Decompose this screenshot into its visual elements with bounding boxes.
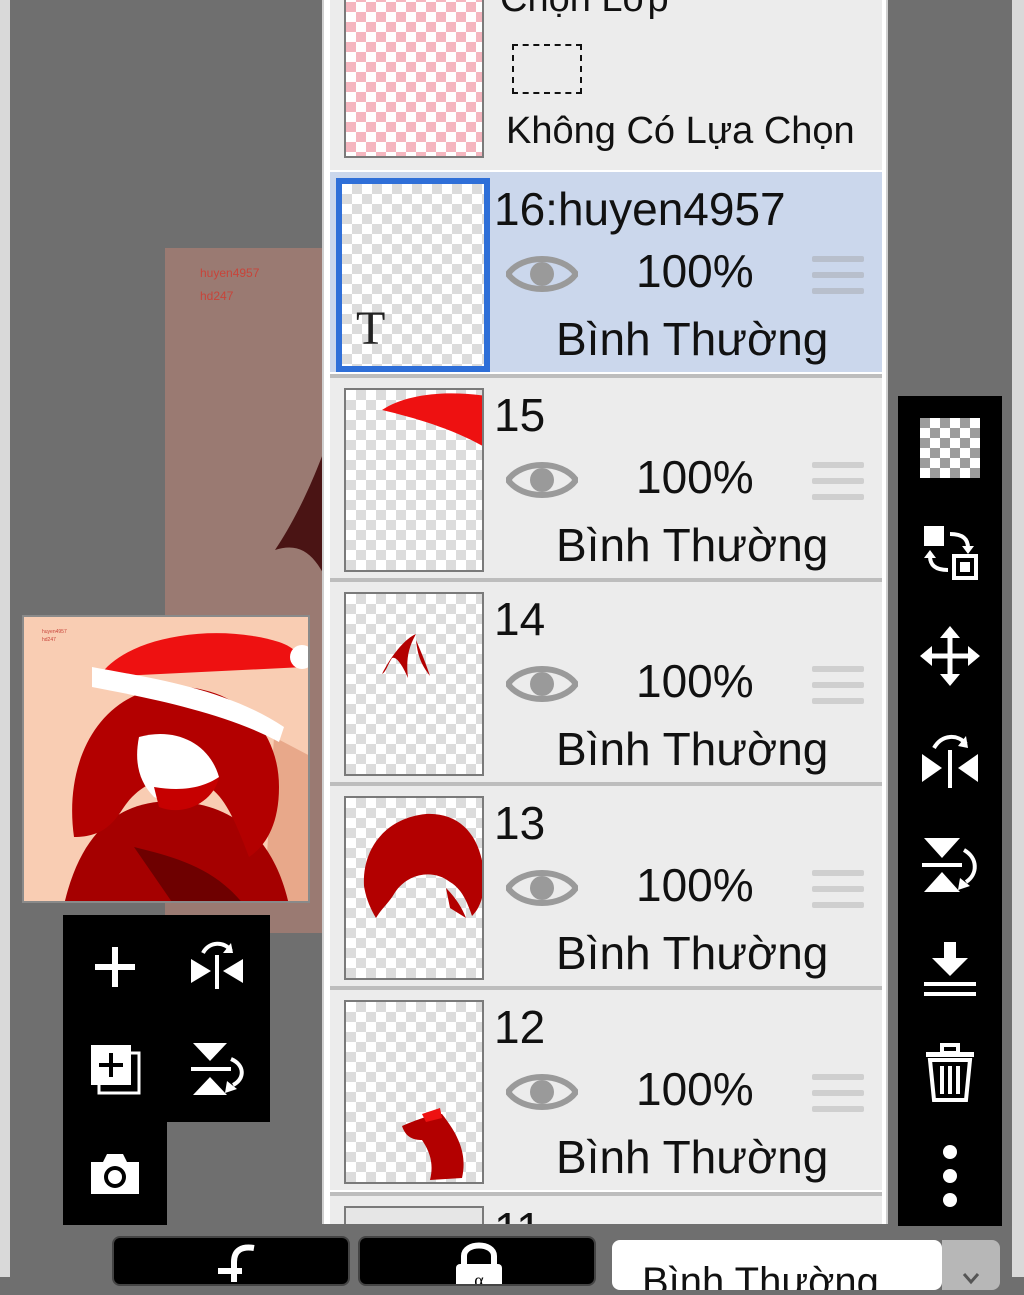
layer-thumbnail <box>344 592 484 776</box>
layer-name: 15 <box>494 389 546 441</box>
flip-vertical-icon <box>922 838 977 892</box>
drag-handle-icon[interactable] <box>812 666 864 714</box>
layer-thumbnail: T <box>336 178 490 372</box>
merge-down-icon <box>924 942 976 996</box>
drag-handle-icon[interactable] <box>812 870 864 918</box>
frame-left <box>0 0 10 1277</box>
layer-row-14[interactable]: 14 100% Bình Thường <box>330 582 882 782</box>
clipping-button[interactable] <box>112 1236 350 1286</box>
visibility-eye-icon[interactable] <box>506 250 578 298</box>
layer-row-11[interactable]: 11 <box>330 1196 882 1224</box>
flip-vertical-button[interactable] <box>177 1029 257 1109</box>
blend-mode-select[interactable]: Bình Thường <box>612 1240 942 1290</box>
layer-row-13[interactable]: 13 100% Bình Thường <box>330 786 882 986</box>
move-arrows-icon <box>920 626 980 686</box>
layer-blend-mode: Bình Thường <box>556 313 829 365</box>
trash-icon <box>926 1043 974 1102</box>
layer-name: 12 <box>494 1001 546 1053</box>
layer-row-15[interactable]: 15 100% Bình Thường <box>330 378 882 578</box>
layer-name: 13 <box>494 797 546 849</box>
camera-tool-panel <box>63 1122 167 1225</box>
layer-blend-mode: Bình Thường <box>556 723 829 775</box>
camera-icon <box>91 1154 139 1194</box>
visibility-eye-icon[interactable] <box>506 1068 578 1116</box>
visibility-eye-icon[interactable] <box>506 864 578 912</box>
drag-handle-icon[interactable] <box>812 462 864 510</box>
canvas-preview[interactable]: huyen4957 hd247 <box>22 615 310 903</box>
svg-text:α: α <box>474 1270 484 1286</box>
plus-icon <box>95 947 135 987</box>
flip-horizontal-icon <box>922 735 978 788</box>
blend-mode-value: Bình Thường <box>642 1260 879 1290</box>
flip-layer-horizontal-button[interactable] <box>910 720 990 800</box>
layer-thumbnail <box>344 1206 484 1224</box>
layer-opacity[interactable]: 100% <box>636 450 754 504</box>
lock-icon: α <box>456 1242 502 1286</box>
layer-row-16[interactable]: T 16:huyen4957 100% Bình Thường <box>330 172 882 372</box>
visibility-eye-icon[interactable] <box>506 660 578 708</box>
flip-horizontal-icon <box>191 941 243 989</box>
layer-name: 16:huyen4957 <box>494 183 786 235</box>
drag-handle-icon[interactable] <box>812 1074 864 1122</box>
canvas-watermark-2: hd247 <box>200 289 234 303</box>
layer-thumbnail <box>344 796 484 980</box>
delete-layer-button[interactable] <box>910 1032 990 1112</box>
layer-blend-mode: Bình Thường <box>556 519 829 571</box>
svg-text:hd247: hd247 <box>42 637 56 643</box>
add-folder-button[interactable] <box>75 1029 155 1109</box>
more-options-button[interactable] <box>910 1136 990 1216</box>
selection-layer-row[interactable]: Chọn Lớp Không Có Lựa Chọn <box>330 0 882 170</box>
drag-handle-icon[interactable] <box>812 256 864 304</box>
layer-name: 14 <box>494 593 546 645</box>
selection-layer-thumbnail <box>344 0 484 158</box>
layer-blend-mode: Bình Thường <box>556 927 829 979</box>
layer-opacity[interactable]: 100% <box>636 1062 754 1116</box>
layer-panel: Chọn Lớp Không Có Lựa Chọn T 16:huyen495… <box>322 0 888 1224</box>
layer-row-12[interactable]: 12 100% Bình Thường <box>330 990 882 1190</box>
merge-down-button[interactable] <box>910 928 990 1008</box>
add-layer-copy-icon <box>91 1045 141 1095</box>
clipping-icon <box>218 1244 255 1282</box>
layer-name: 11 <box>494 1206 542 1224</box>
move-button[interactable] <box>910 616 990 696</box>
checkerboard-icon <box>920 418 980 478</box>
blend-mode-dropdown-button[interactable] <box>942 1240 1000 1290</box>
selection-status: Không Có Lựa Chọn <box>506 110 855 152</box>
transparent-background-button[interactable] <box>910 408 990 488</box>
selection-marquee-icon <box>512 44 582 94</box>
layer-actions-toolbar <box>898 396 1002 1226</box>
camera-button[interactable] <box>75 1134 155 1214</box>
layer-opacity[interactable]: 100% <box>636 858 754 912</box>
canvas-watermark-1: huyen4957 <box>200 266 260 280</box>
visibility-eye-icon[interactable] <box>506 456 578 504</box>
text-layer-icon: T <box>356 302 386 355</box>
layer-thumbnail <box>344 388 484 572</box>
alpha-lock-button[interactable]: α <box>358 1236 596 1286</box>
layer-opacity[interactable]: 100% <box>636 654 754 708</box>
swap-icon <box>924 526 978 580</box>
svg-text:huyen4957: huyen4957 <box>42 629 67 635</box>
layer-blend-mode: Bình Thường <box>556 1131 829 1183</box>
add-layer-button[interactable] <box>75 927 155 1007</box>
frame-right <box>1012 0 1024 1277</box>
layer-thumbnail <box>344 1000 484 1184</box>
layer-opacity[interactable]: 100% <box>636 244 754 298</box>
more-vertical-icon <box>943 1145 957 1207</box>
selection-layer-title: Chọn Lớp <box>500 0 669 21</box>
layer-tools-panel <box>63 915 270 1122</box>
swap-layers-button[interactable] <box>910 512 990 592</box>
flip-horizontal-button[interactable] <box>177 927 257 1007</box>
flip-vertical-icon <box>191 1043 244 1095</box>
chevron-down-icon <box>962 1273 980 1285</box>
flip-layer-vertical-button[interactable] <box>910 824 990 904</box>
